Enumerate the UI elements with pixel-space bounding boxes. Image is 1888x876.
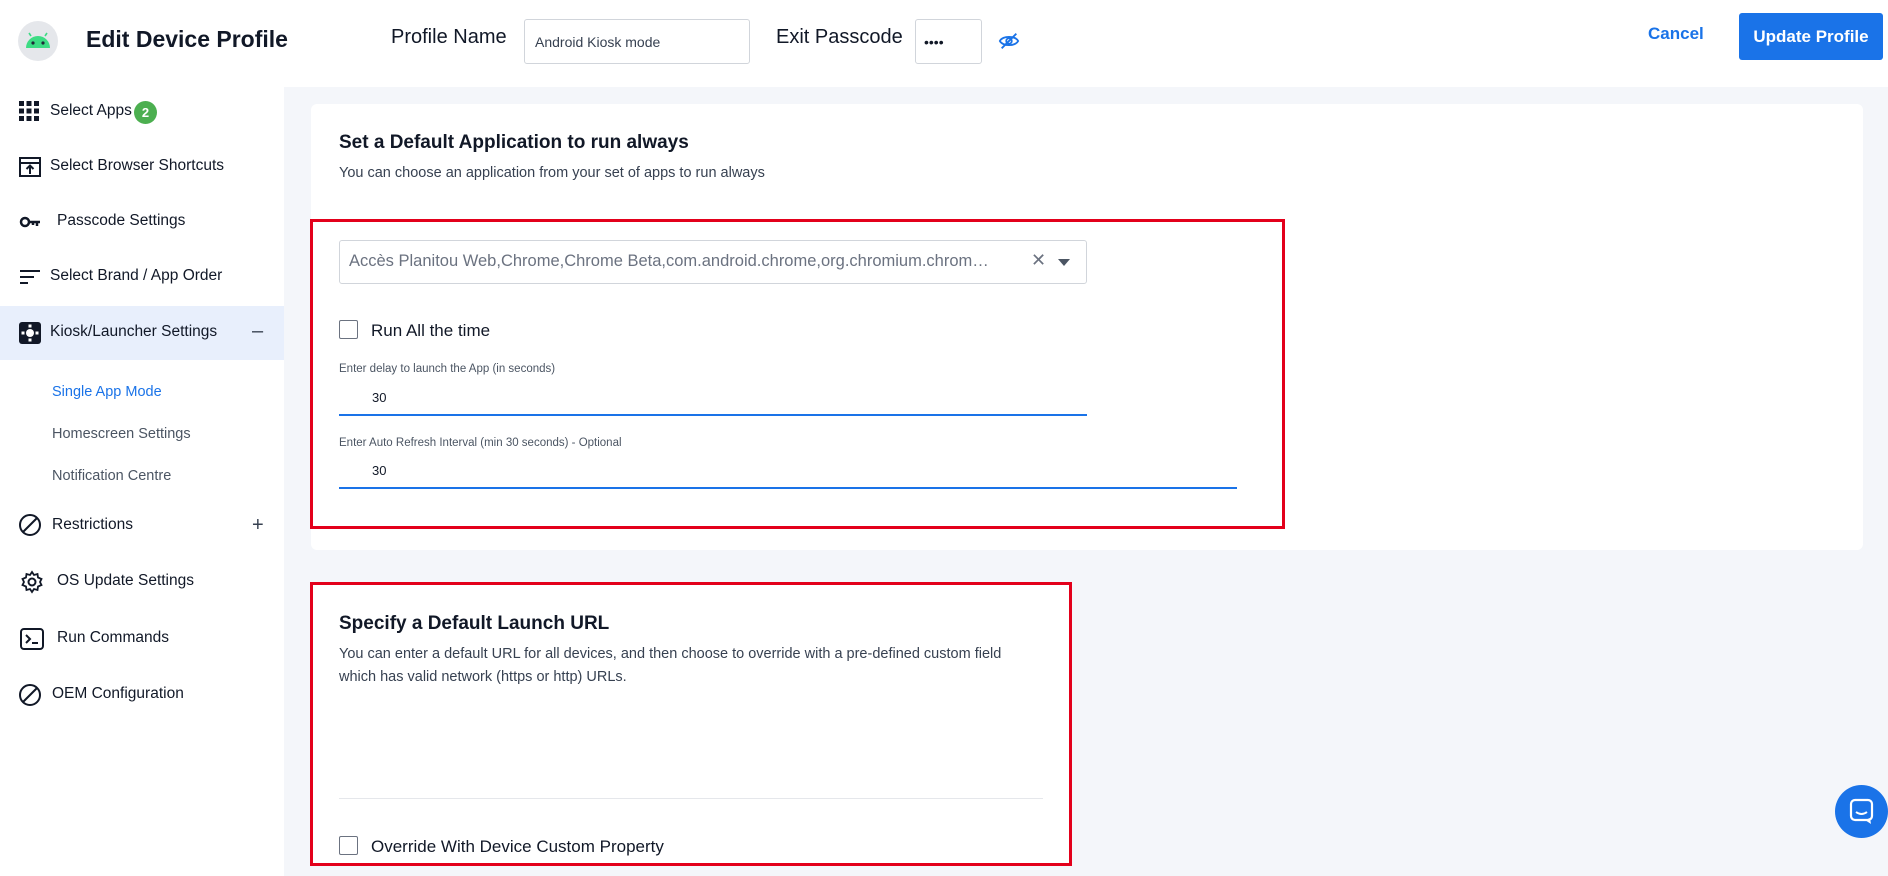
sidebar-item-label: Kiosk/Launcher Settings (50, 323, 218, 340)
sidebar-item-passcode-settings[interactable]: Passcode Settings (0, 198, 284, 242)
selected-apps-value: Accès Planitou Web,Chrome,Chrome Beta,co… (349, 252, 989, 270)
run-all-label: Run All the time (371, 321, 491, 340)
refresh-field-label: Enter Auto Refresh Interval (min 30 seco… (339, 437, 622, 449)
section-description-launch-url-line1: You can enter a default URL for all devi… (339, 646, 1002, 662)
profile-name-label: Profile Name (391, 26, 507, 48)
section-title-default-app: Set a Default Application to run always (339, 132, 689, 153)
sidebar-item-label: Run Commands (57, 629, 169, 646)
sidebar-item-label: Select Apps (50, 102, 132, 119)
default-app-select[interactable]: Accès Planitou Web,Chrome,Chrome Beta,co… (339, 240, 1087, 284)
chevron-down-icon[interactable] (1058, 259, 1070, 266)
page-title: Edit Device Profile (86, 26, 288, 52)
sidebar-item-label: Passcode Settings (57, 212, 186, 229)
sidebar-item-brand-app-order[interactable]: Select Brand / App Order (0, 253, 284, 297)
profile-name-input[interactable] (524, 19, 750, 64)
sidebar: Select Apps 2 Select Browser Shortcuts P… (0, 87, 284, 876)
block-icon (19, 684, 41, 706)
kiosk-icon (19, 322, 41, 344)
collapse-toggle[interactable]: – (252, 320, 263, 343)
clear-icon[interactable]: ✕ (1031, 250, 1046, 271)
sidebar-item-browser-shortcuts[interactable]: Select Browser Shortcuts (0, 143, 284, 187)
delay-input-underline (339, 414, 1087, 416)
gear-icon (21, 570, 43, 594)
chat-support-button[interactable] (1835, 785, 1888, 838)
top-header: Edit Device Profile Profile Name Exit Pa… (0, 0, 1888, 87)
refresh-input-underline (339, 487, 1237, 489)
expand-toggle[interactable]: + (252, 514, 264, 537)
sidebar-item-oem-configuration[interactable]: OEM Configuration (0, 671, 284, 715)
apps-count-badge: 2 (134, 101, 157, 124)
section-description-default-app: You can choose an application from your … (339, 165, 765, 181)
sidebar-item-label: OS Update Settings (57, 572, 194, 589)
run-all-checkbox[interactable] (339, 320, 358, 339)
sidebar-item-os-update[interactable]: OS Update Settings (0, 558, 284, 602)
block-icon (19, 514, 41, 536)
terminal-icon (20, 628, 44, 650)
android-logo-icon (18, 21, 58, 61)
sidebar-item-restrictions[interactable]: Restrictions + (0, 503, 284, 547)
section-description-launch-url-line2: which has valid network (https or http) … (339, 669, 627, 685)
sort-icon (20, 270, 40, 284)
eye-off-icon[interactable] (998, 30, 1020, 52)
sidebar-item-select-apps[interactable]: Select Apps 2 (0, 87, 284, 131)
section-title-launch-url: Specify a Default Launch URL (339, 613, 610, 634)
subitem-homescreen-settings[interactable]: Homescreen Settings (52, 426, 191, 442)
sidebar-item-label: Select Browser Shortcuts (50, 157, 225, 174)
sidebar-item-run-commands[interactable]: Run Commands (0, 615, 284, 659)
sidebar-item-label: Select Brand / App Order (50, 267, 223, 284)
refresh-interval-input[interactable]: 30 (372, 463, 386, 478)
delay-input[interactable]: 30 (372, 390, 386, 405)
shortcut-icon (19, 157, 41, 177)
sidebar-item-label: OEM Configuration (52, 685, 184, 702)
exit-passcode-input[interactable] (915, 19, 982, 64)
update-profile-button[interactable]: Update Profile (1739, 13, 1883, 60)
exit-passcode-label: Exit Passcode (776, 26, 903, 48)
chat-icon (1849, 798, 1874, 824)
subitem-notification-centre[interactable]: Notification Centre (52, 468, 171, 484)
key-icon (19, 216, 40, 228)
grid-icon (19, 101, 39, 121)
override-custom-property-checkbox[interactable] (339, 836, 358, 855)
delay-field-label: Enter delay to launch the App (in second… (339, 363, 556, 375)
section-divider (339, 798, 1043, 799)
sidebar-item-label: Restrictions (52, 516, 133, 533)
subitem-single-app-mode[interactable]: Single App Mode (52, 384, 162, 400)
sidebar-item-kiosk-launcher[interactable]: Kiosk/Launcher Settings – (0, 306, 284, 360)
override-custom-property-label: Override With Device Custom Property (371, 837, 664, 856)
cancel-button[interactable]: Cancel (1648, 24, 1704, 44)
